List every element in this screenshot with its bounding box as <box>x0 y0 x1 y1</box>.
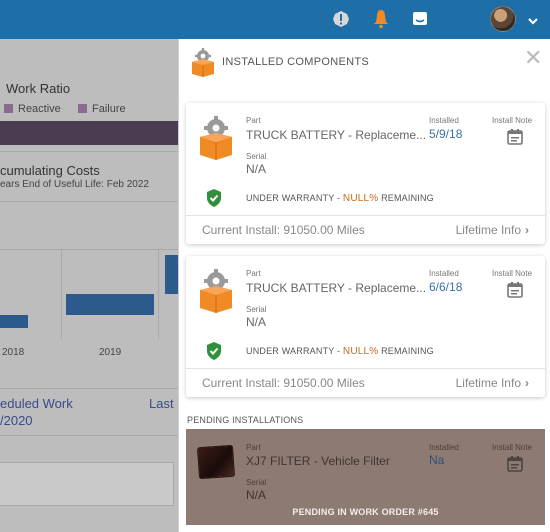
pending-card[interactable]: Part XJ7 FILTER - Vehicle Filter Serial … <box>186 429 545 525</box>
legend-failure: Failure <box>78 103 126 115</box>
dashboard-background: Work Ratio Reactive Failure cumulating C… <box>0 39 178 532</box>
part-label: Part <box>246 443 261 452</box>
legend-reactive: Reactive <box>4 103 61 115</box>
part-value: XJ7 FILTER - Vehicle Filter <box>246 454 390 468</box>
installed-components-panel: INSTALLED COMPONENTS ✕ Part TRUCK BATTER… <box>178 39 550 532</box>
serial-value: N/A <box>246 315 267 329</box>
install-note-label: Install Note <box>492 443 533 452</box>
scheduled-work-title: eduled Work <box>0 396 73 411</box>
installed-label: Installed <box>429 269 459 278</box>
dashboard-box <box>0 462 174 506</box>
install-note-label: Install Note <box>492 269 533 278</box>
part-value: TRUCK BATTERY - Replaceme... <box>246 281 427 295</box>
warranty-status: UNDER WARRANTY - NULL% REMAINING <box>246 346 434 357</box>
avatar[interactable] <box>490 6 516 32</box>
work-ratio-title: Work Ratio <box>6 81 71 96</box>
installed-date[interactable]: 5/9/18 <box>429 127 462 141</box>
shield-check-icon <box>205 188 223 213</box>
part-label: Part <box>246 269 261 278</box>
serial-value: N/A <box>246 488 267 502</box>
card-footer: Current Install: 91050.00 Miles Lifetime… <box>186 215 545 244</box>
chart-bar <box>66 294 154 315</box>
close-icon[interactable]: ✕ <box>524 47 542 69</box>
top-bar <box>0 0 550 39</box>
serial-label: Serial <box>246 152 267 161</box>
chevron-down-icon[interactable] <box>527 13 539 31</box>
current-install: Current Install: 91050.00 Miles <box>202 376 365 390</box>
last-label: Last <box>149 396 174 411</box>
gear-box-icon <box>189 47 217 82</box>
calendar-note-icon[interactable] <box>507 128 523 150</box>
component-card[interactable]: Part TRUCK BATTERY - Replaceme... Serial… <box>186 103 545 244</box>
gear-box-icon <box>196 268 236 319</box>
install-note-label: Install Note <box>492 116 533 125</box>
pending-work-order-message: PENDING IN WORK ORDER #645 <box>292 507 439 517</box>
accum-costs-subtitle: ears End of Useful Life: Feb 2022 <box>0 179 149 190</box>
alert-icon[interactable] <box>330 8 352 30</box>
calendar-note-icon[interactable] <box>507 281 523 303</box>
scheduled-work-date: /2020 <box>0 413 33 428</box>
work-ratio-bar <box>0 121 178 145</box>
installed-date[interactable]: 6/6/18 <box>429 280 462 294</box>
serial-value: N/A <box>246 162 267 176</box>
panel-title: INSTALLED COMPONENTS <box>222 56 369 68</box>
warranty-status: UNDER WARRANTY - NULL% REMAINING <box>246 193 434 204</box>
filter-image <box>196 444 236 480</box>
lifetime-info-link[interactable]: Lifetime Info › <box>456 223 529 237</box>
accum-costs-title: cumulating Costs <box>0 163 100 178</box>
pending-installations-title: PENDING INSTALLATIONS <box>187 415 304 425</box>
chevron-right-icon: › <box>525 223 529 237</box>
chart-bar <box>165 255 178 294</box>
x-tick-2019: 2019 <box>99 347 122 358</box>
chat-icon[interactable] <box>409 8 431 30</box>
shield-check-icon <box>205 341 223 366</box>
chart-bar <box>0 315 28 328</box>
current-install: Current Install: 91050.00 Miles <box>202 223 365 237</box>
installed-value: Na <box>429 453 445 467</box>
serial-label: Serial <box>246 305 267 314</box>
installed-label: Installed <box>429 443 459 452</box>
installed-label: Installed <box>429 116 459 125</box>
part-label: Part <box>246 116 261 125</box>
serial-label: Serial <box>246 478 267 487</box>
component-card[interactable]: Part TRUCK BATTERY - Replaceme... Serial… <box>186 256 545 397</box>
bell-icon[interactable] <box>370 8 392 30</box>
card-footer: Current Install: 91050.00 Miles Lifetime… <box>186 368 545 397</box>
part-value: TRUCK BATTERY - Replaceme... <box>246 128 427 142</box>
lifetime-info-link[interactable]: Lifetime Info › <box>456 376 529 390</box>
chevron-right-icon: › <box>525 376 529 390</box>
calendar-note-icon[interactable] <box>507 455 523 477</box>
x-tick-2018: 2018 <box>2 347 25 358</box>
gear-box-icon <box>196 115 236 166</box>
